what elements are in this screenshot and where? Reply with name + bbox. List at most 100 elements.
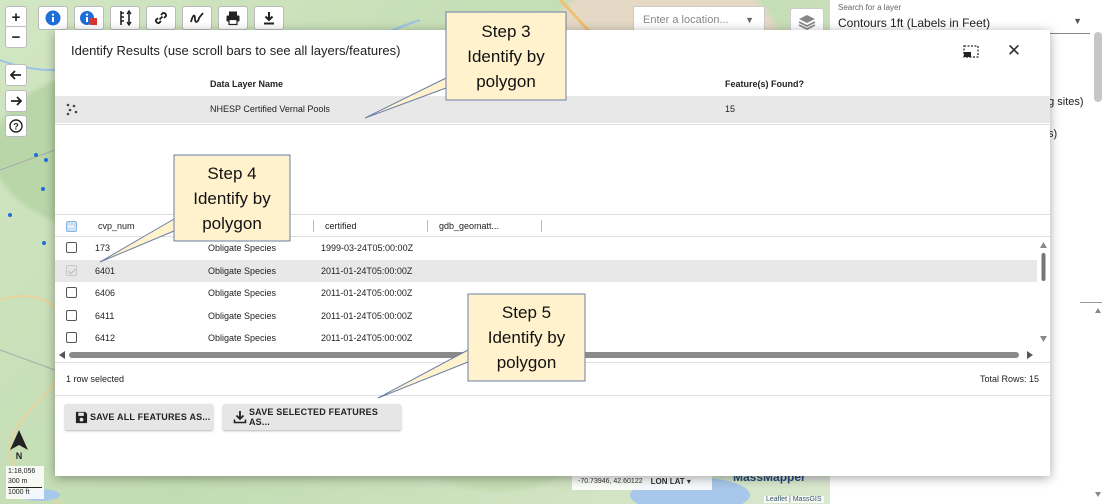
cell-certified: 2011-01-24T05:00:00Z bbox=[321, 266, 413, 276]
zoom-out-button[interactable]: − bbox=[5, 26, 27, 48]
zoom-in-button[interactable]: + bbox=[5, 6, 27, 28]
identify-results-dialog: Identify Results (use scroll bars to see… bbox=[55, 30, 1050, 476]
row-checkbox[interactable] bbox=[66, 332, 77, 343]
scale-meters: 300 m bbox=[8, 477, 42, 488]
link-icon bbox=[155, 12, 167, 24]
draw-icon bbox=[190, 12, 204, 23]
callout-line: Step 4 bbox=[207, 164, 257, 183]
cell-criteria: Obligate Species bbox=[208, 333, 277, 343]
layer-search-value: Contours 1ft (Labels in Feet) bbox=[838, 16, 991, 30]
cell-cvp-num: 6401 bbox=[95, 266, 116, 276]
layer-panel-scrollbar[interactable] bbox=[1094, 32, 1102, 102]
north-label: N bbox=[16, 451, 23, 460]
print-icon bbox=[226, 11, 240, 26]
measure-button[interactable] bbox=[110, 6, 140, 30]
callout-step-5: Step 5 Identify by polygon bbox=[468, 300, 585, 375]
callout-line: Identify by bbox=[487, 328, 566, 347]
north-arrow-icon: N bbox=[10, 430, 28, 460]
cell-criteria: Obligate Species bbox=[208, 243, 277, 253]
callout-line: polygon bbox=[202, 214, 262, 233]
column-separator[interactable] bbox=[541, 220, 542, 232]
scale-ratio: 1:18,056 bbox=[8, 468, 36, 475]
location-search-placeholder: Enter a location... bbox=[643, 14, 729, 26]
cell-cvp-num: 173 bbox=[95, 243, 111, 253]
column-header-geometry[interactable]: gdb_geomatt... bbox=[439, 221, 499, 231]
forward-button[interactable] bbox=[5, 90, 27, 112]
scale-bar: 1:18,056 300 m 1000 ft bbox=[6, 466, 44, 499]
cell-certified: 2011-01-24T05:00:00Z bbox=[321, 288, 413, 298]
dialog-title: Identify Results (use scroll bars to see… bbox=[71, 43, 401, 58]
arrow-left-icon bbox=[9, 70, 21, 80]
column-header-certified[interactable]: certified bbox=[325, 221, 357, 231]
divider bbox=[1080, 302, 1102, 303]
column-header-layer: Data Layer Name bbox=[210, 79, 284, 89]
info-icon bbox=[45, 10, 61, 26]
rows-selected-status: 1 row selected bbox=[66, 374, 125, 384]
table-row-selected[interactable]: 6401 Obligate Species 2011-01-24T05:00:0… bbox=[55, 260, 1037, 282]
callout-step-3: Step 3 Identify by polygon bbox=[446, 19, 566, 94]
column-separator[interactable] bbox=[313, 220, 314, 232]
help-icon: ? bbox=[9, 119, 23, 133]
download-icon bbox=[233, 411, 247, 424]
info-button[interactable] bbox=[38, 6, 68, 30]
row-checkbox[interactable] bbox=[66, 265, 77, 276]
layer-result-row[interactable]: NHESP Certified Vernal Pools 15 bbox=[55, 96, 1050, 123]
table-row[interactable]: 173 Obligate Species 1999-03-24T05:00:00… bbox=[55, 237, 1037, 259]
grid-vertical-scrollbar[interactable] bbox=[1037, 237, 1050, 347]
cell-criteria: Obligate Species bbox=[208, 311, 277, 321]
vernal-pool-layer-icon bbox=[66, 103, 78, 116]
map-toolbar bbox=[38, 6, 284, 30]
layers-icon bbox=[798, 15, 816, 31]
identify-polygon-button[interactable] bbox=[74, 6, 104, 30]
download-icon bbox=[264, 12, 274, 25]
download-button[interactable] bbox=[254, 6, 284, 30]
cell-cvp-num: 6406 bbox=[95, 288, 116, 298]
link-button[interactable] bbox=[146, 6, 176, 30]
save-selected-features-button[interactable]: SAVE SELECTED FEATURES AS... bbox=[223, 404, 401, 430]
save-all-features-button[interactable]: SAVE ALL FEATURES AS... bbox=[65, 404, 213, 430]
lower-panel-scrollbar[interactable] bbox=[1094, 305, 1102, 500]
coordinate-mode-dropdown[interactable]: LON LAT ▾ bbox=[651, 477, 691, 486]
row-checkbox[interactable] bbox=[66, 242, 77, 253]
callout-line: Identify by bbox=[193, 189, 271, 208]
callout-step-4: Step 4 Identify by polygon bbox=[174, 161, 290, 236]
arrow-right-icon bbox=[11, 96, 23, 106]
callout-line: polygon bbox=[476, 72, 536, 91]
column-header-found: Feature(s) Found? bbox=[725, 79, 804, 89]
cell-criteria: Obligate Species bbox=[208, 266, 277, 276]
coordinate-values: -70.73946, 42.60122 bbox=[578, 477, 643, 485]
callout-line: polygon bbox=[496, 353, 557, 372]
back-button[interactable] bbox=[5, 64, 27, 86]
measure-icon bbox=[120, 10, 132, 26]
identify-polygon-icon bbox=[80, 11, 97, 25]
column-separator[interactable] bbox=[427, 220, 428, 232]
layer-search-label: Search for a layer bbox=[838, 3, 902, 12]
save-selected-label: SAVE SELECTED FEATURES AS... bbox=[248, 407, 379, 427]
draw-button[interactable] bbox=[182, 6, 212, 30]
layer-name: NHESP Certified Vernal Pools bbox=[210, 104, 330, 114]
svg-text:?: ? bbox=[13, 122, 19, 132]
column-header-cvp-num[interactable]: cvp_num bbox=[98, 221, 135, 231]
callout-line: Step 3 bbox=[481, 22, 531, 41]
select-all-checkbox[interactable] bbox=[66, 221, 77, 232]
cell-certified: 2011-01-24T05:00:00Z bbox=[321, 333, 413, 343]
row-checkbox[interactable] bbox=[66, 287, 77, 298]
cell-certified: 1999-03-24T05:00:00Z bbox=[321, 243, 414, 253]
chevron-down-icon: ▼ bbox=[1073, 16, 1082, 26]
save-all-label: SAVE ALL FEATURES AS... bbox=[90, 412, 211, 422]
divider bbox=[55, 124, 1050, 125]
minimize-icon[interactable] bbox=[962, 43, 982, 61]
cell-cvp-num: 6412 bbox=[95, 333, 116, 343]
help-button[interactable]: ? bbox=[5, 115, 27, 137]
row-checkbox[interactable] bbox=[66, 310, 77, 321]
callout-line: Identify by bbox=[467, 47, 545, 66]
cell-criteria: Obligate Species bbox=[208, 288, 277, 298]
divider bbox=[55, 395, 1050, 396]
scale-feet: 1000 ft bbox=[8, 489, 30, 496]
callout-line: Step 5 bbox=[501, 303, 552, 322]
close-button[interactable]: ✕ bbox=[1003, 40, 1025, 62]
save-icon bbox=[75, 411, 88, 423]
print-button[interactable] bbox=[218, 6, 248, 30]
chevron-down-icon: ▼ bbox=[745, 15, 754, 25]
map-attribution[interactable]: Leaflet | MassGIS bbox=[764, 496, 824, 503]
